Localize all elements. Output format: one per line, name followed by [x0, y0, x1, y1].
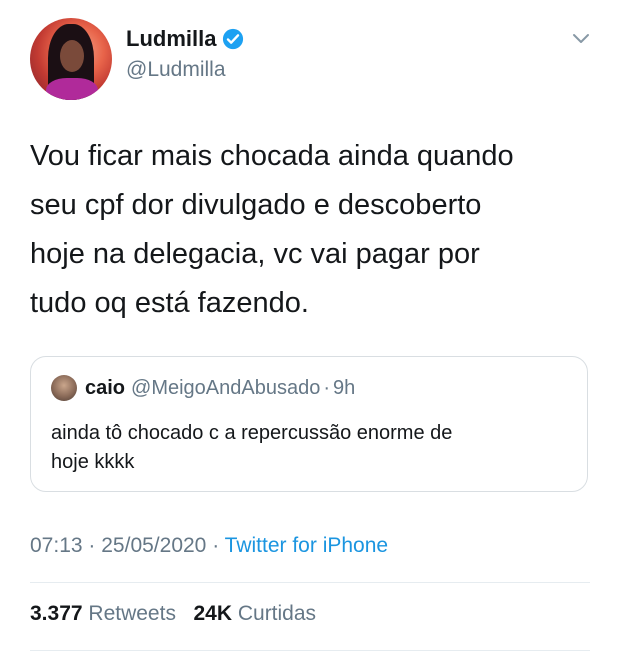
author-avatar[interactable] [30, 18, 112, 100]
likes-count: 24K [193, 602, 232, 625]
avatar-shirt-shape [46, 78, 98, 100]
quoted-author-name: caio [85, 376, 126, 399]
meta-separator: · [88, 534, 96, 557]
quoted-tweet-time: 9h [333, 376, 356, 399]
meta-separator: · [212, 534, 220, 557]
divider [30, 582, 590, 583]
quoted-author-avatar [51, 375, 77, 401]
divider [30, 650, 590, 651]
tweet-meta-row: 07:13 · 25/05/2020 · Twitter for iPhone [30, 534, 388, 558]
quoted-tweet-header: caio @MeigoAndAbusado · 9h [51, 375, 355, 401]
likes-label: Curtidas [237, 602, 317, 625]
likes-stat[interactable]: 24K Curtidas [193, 602, 316, 625]
chevron-down-icon[interactable] [572, 33, 590, 45]
tweet-date[interactable]: 25/05/2020 [101, 534, 206, 557]
quoted-tweet-text: ainda tô chocado c a repercussão enorme … [51, 422, 453, 473]
retweets-count: 3.377 [30, 602, 83, 625]
retweets-stat[interactable]: 3.377 Retweets [30, 602, 182, 625]
engagement-stats-row: 3.377 Retweets 24K Curtidas [30, 602, 316, 626]
quoted-tweet-card[interactable]: caio @MeigoAndAbusado · 9h ainda tô choc… [30, 356, 588, 492]
quoted-author-handle: @MeigoAndAbusado [131, 376, 321, 399]
retweets-label: Retweets [88, 602, 176, 625]
quoted-tweet-separator: · [323, 376, 331, 399]
tweet-text: Vou ficar mais chocada ainda quando seu … [30, 140, 514, 319]
tweet-time[interactable]: 07:13 [30, 534, 83, 557]
author-handle[interactable]: @Ludmilla [126, 58, 226, 82]
tweet-source-link[interactable]: Twitter for iPhone [225, 534, 388, 557]
author-display-name[interactable]: Ludmilla [126, 26, 216, 52]
verified-badge-icon [223, 28, 244, 50]
author-name-row[interactable]: Ludmilla [126, 26, 244, 52]
avatar-face-shape [60, 40, 84, 72]
